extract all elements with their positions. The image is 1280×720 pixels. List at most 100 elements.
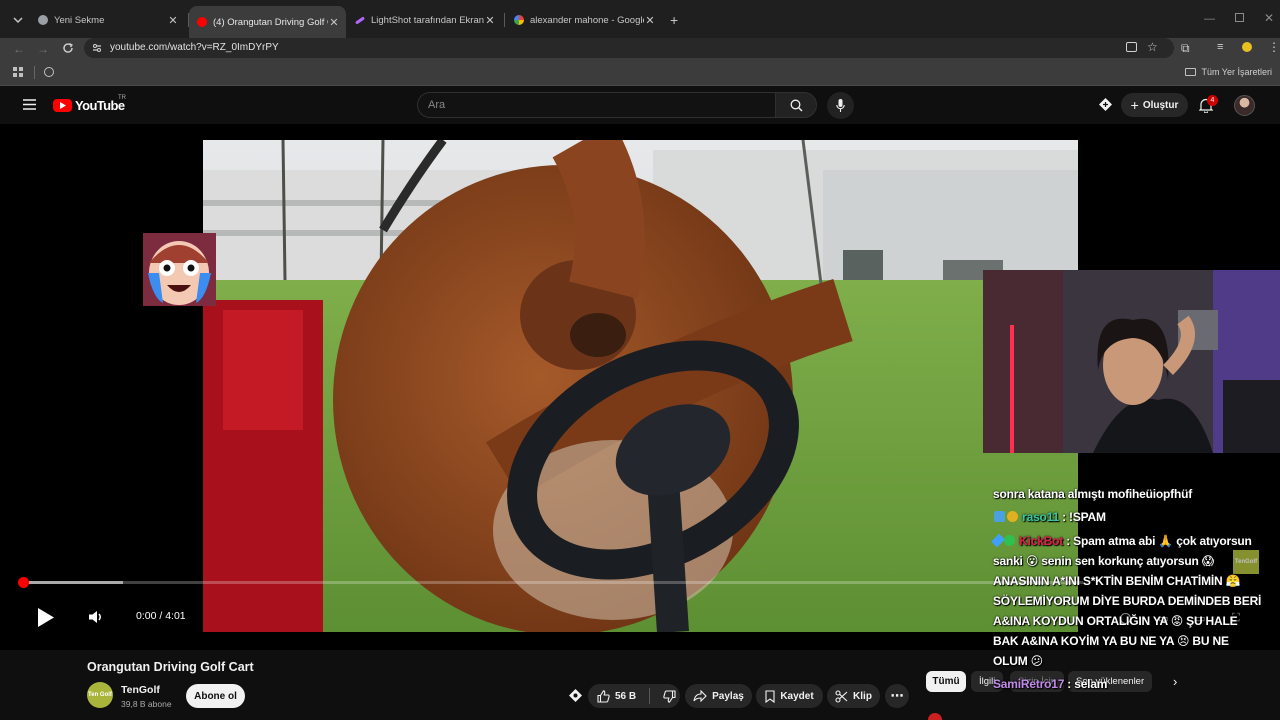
tab-title: LightShot tarafından Ekran Gör [371, 14, 484, 26]
share-button[interactable]: Paylaş [685, 684, 752, 708]
close-icon[interactable]: ✕ [644, 14, 656, 27]
chat-message: SamiRetro17 : selam [993, 677, 1107, 691]
reload-icon[interactable] [61, 41, 75, 55]
plus-icon: + [1130, 97, 1139, 113]
ask-ai-icon[interactable] [568, 688, 583, 703]
progress-bar[interactable] [23, 581, 1083, 584]
chrome-icon [38, 15, 48, 25]
close-icon[interactable]: ✕ [328, 16, 340, 29]
profile-icon[interactable] [1242, 42, 1252, 52]
badge-wrench-icon [991, 533, 1005, 548]
more-actions-button[interactable]: ⋯ [885, 684, 909, 708]
google-g-icon [514, 15, 524, 25]
bookmarks-bar [0, 60, 1280, 86]
thumbs-down-icon [663, 689, 676, 703]
new-tab-plus-icon[interactable]: + [670, 12, 678, 28]
tab-google-search[interactable]: alexander mahone - Google'da ✕ [506, 8, 662, 32]
notification-badge: 4 [1207, 95, 1218, 106]
share-arrow-icon [693, 690, 707, 702]
youtube-play-logo-icon [53, 99, 72, 112]
youtube-logo[interactable]: YouTube [53, 98, 125, 113]
chat-message: raso11 : !SPAM [993, 510, 1106, 524]
voice-search-button[interactable] [827, 92, 854, 119]
more-horizontal-icon: ⋯ [890, 688, 904, 703]
minimize-icon[interactable]: — [1204, 13, 1215, 25]
bookmark-star-icon[interactable]: ☆ [1147, 40, 1158, 54]
search-input[interactable] [428, 98, 758, 112]
tab-divider [504, 13, 505, 27]
site-settings-icon[interactable] [91, 42, 103, 54]
settings-gear-icon[interactable] [1120, 613, 1131, 624]
tab-lightshot[interactable]: LightShot tarafından Ekran Gör ✕ [347, 8, 502, 32]
subscribe-button[interactable]: Abone ol [186, 684, 245, 708]
chip-all[interactable]: Tümü [926, 671, 966, 692]
url-text[interactable]: youtube.com/watch?v=RZ_0ImDYrPY [110, 42, 279, 53]
install-app-icon[interactable] [1126, 42, 1137, 52]
tab-search-icon[interactable] [10, 12, 26, 28]
chat-text: OLUM 😕 [993, 654, 1043, 668]
forward-arrow-icon[interactable]: → [37, 42, 49, 56]
tengolf-watermark: TenGolf [1233, 550, 1259, 574]
search-button[interactable] [775, 92, 817, 118]
chat-message: KickBot : Spam atma abi 🙏 çok atıyorsun [991, 533, 1252, 548]
share-label: Paylaş [712, 690, 744, 702]
bookmark-globe-icon[interactable] [44, 67, 54, 77]
channel-avatar[interactable]: Ten Golf [87, 682, 113, 708]
play-icon [38, 608, 54, 627]
like-dislike-group: 56 B [588, 684, 680, 708]
region-code: TR [118, 95, 126, 101]
chat-text: sonra katana almıştı mofiheüiopfhüf [993, 487, 1193, 501]
badge-cube-icon [994, 511, 1005, 522]
create-button[interactable]: + Oluştur [1121, 93, 1188, 117]
fullscreen-icon[interactable]: ⛶ [1232, 612, 1240, 625]
miniplayer-icon[interactable]: ▭ [1158, 612, 1168, 625]
maximize-icon[interactable] [1235, 13, 1244, 22]
progress-buffered [23, 581, 123, 584]
youtube-favicon-icon [197, 17, 207, 27]
bookmark-icon [765, 689, 775, 703]
volume-button[interactable] [89, 610, 104, 624]
thumbs-up-icon [597, 689, 610, 703]
all-bookmarks-folder[interactable]: Tüm Yer İşaretleri [1185, 67, 1272, 77]
dislike-button[interactable] [663, 689, 676, 703]
chat-message: sonra katana almıştı mofiheüiopfhüf [993, 487, 1192, 501]
back-arrow-icon[interactable]: ← [13, 42, 25, 56]
scrubber-handle[interactable] [18, 577, 29, 588]
close-icon[interactable]: ✕ [167, 14, 179, 27]
play-button[interactable] [37, 608, 55, 627]
account-avatar[interactable] [1234, 95, 1255, 116]
create-label: Oluştur [1142, 99, 1179, 111]
media-controls-icon[interactable]: ≡ [1217, 41, 1223, 53]
clip-button[interactable]: Klip [827, 684, 880, 708]
theater-mode-icon[interactable]: ▭ [1195, 612, 1205, 625]
chips-next-chevron-icon[interactable]: › [1173, 674, 1177, 689]
cast-icon[interactable] [1098, 97, 1113, 112]
chat-username[interactable]: KickBot [1019, 534, 1063, 548]
apps-grid-icon[interactable] [13, 67, 24, 78]
scissors-icon [835, 689, 848, 703]
video-frame[interactable] [203, 140, 1078, 632]
window-close-icon[interactable]: ✕ [1264, 11, 1274, 25]
chat-username[interactable]: raso11 [1022, 510, 1059, 524]
tab-new-tab[interactable]: Yeni Sekme ✕ [30, 8, 185, 32]
chat-text: BAK A&INA KOYİM YA BU NE YA 😣 BU NE [993, 634, 1229, 648]
like-button[interactable]: 56 B [597, 689, 636, 703]
time-display: 0:00 / 4:01 [136, 610, 186, 622]
tab-youtube-video[interactable]: (4) Orangutan Driving Golf Cart ✕ [189, 6, 346, 38]
hamburger-menu-icon[interactable] [23, 99, 36, 110]
badge-check-icon [1004, 535, 1015, 546]
save-button[interactable]: Kaydet [756, 684, 823, 708]
chat-message-continued: sanki 😮 senin sen korkunç atıyorsun 😱 [993, 554, 1214, 568]
subscriber-count: 39,8 B abone [121, 699, 172, 709]
browser-menu-icon[interactable]: ⋮ [1268, 40, 1280, 54]
channel-name[interactable]: TenGolf [121, 684, 160, 696]
lightshot-feather-icon [355, 15, 365, 25]
tab-title: alexander mahone - Google'da [530, 14, 644, 26]
volume-icon [89, 611, 101, 623]
extensions-puzzle-icon[interactable]: ⧉ [1181, 41, 1190, 56]
chat-username[interactable]: SamiRetro17 [993, 677, 1064, 691]
next-video-thumbnail-peek[interactable] [928, 713, 942, 720]
chat-message-continued: SÖYLEMİYORUM DİYE BURDA DEMİNDEB BERİ [993, 594, 1261, 608]
chat-text: SÖYLEMİYORUM DİYE BURDA DEMİNDEB BERİ [993, 594, 1262, 608]
close-icon[interactable]: ✕ [484, 14, 496, 27]
